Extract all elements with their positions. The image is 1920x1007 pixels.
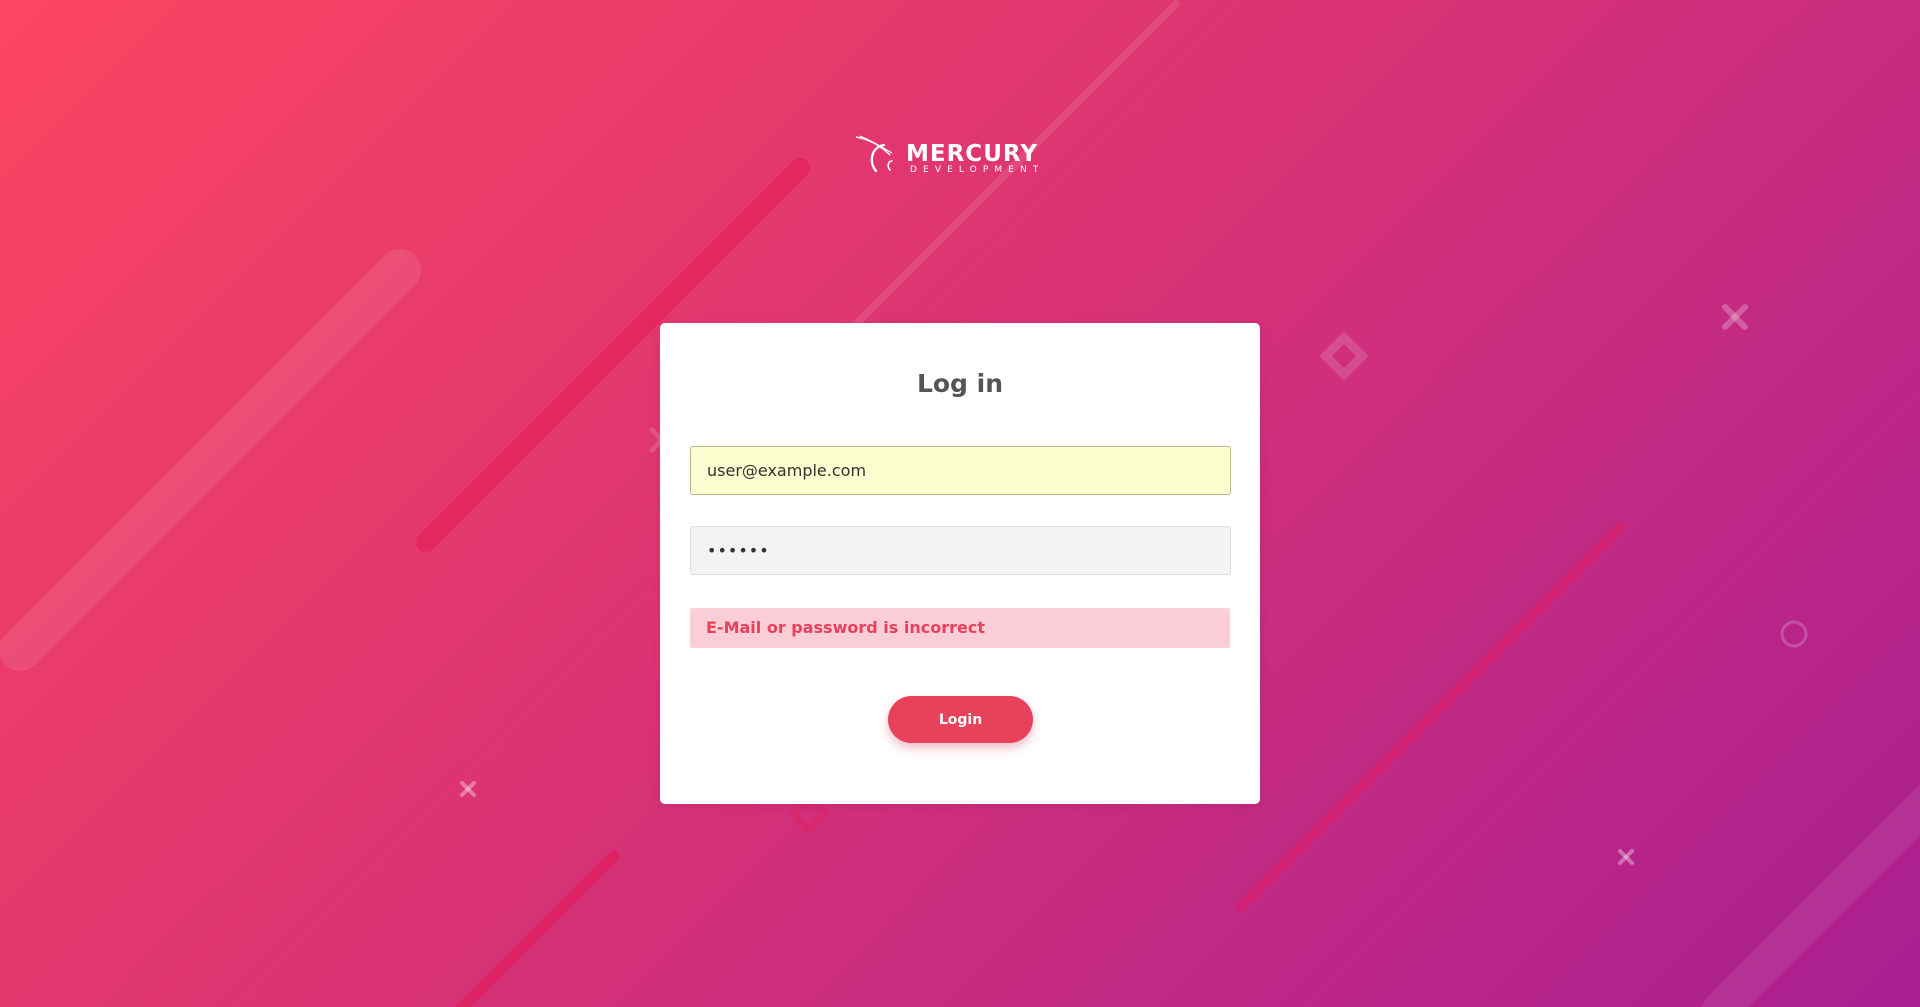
- login-title: Log in: [916, 369, 1004, 398]
- decor-cross: [1722, 304, 1748, 330]
- decor-diamond: [1319, 331, 1369, 381]
- mercury-comet-icon: [855, 135, 893, 173]
- decor-cross: [460, 781, 476, 797]
- login-button[interactable]: Login: [888, 696, 1033, 743]
- email-field[interactable]: [690, 446, 1231, 495]
- logo-subtitle: DEVELOPMENT: [910, 165, 1045, 175]
- decor-stripe: [1236, 522, 1626, 912]
- decor-stripe: [1702, 784, 1920, 1007]
- decor-circle: [1780, 620, 1808, 648]
- page-background: MERCURY DEVELOPMENT Log in E-Mail or pas…: [0, 0, 1920, 1007]
- password-field[interactable]: [690, 526, 1231, 575]
- login-card: Log in E-Mail or password is incorrect L…: [660, 323, 1260, 804]
- decor-stripe: [455, 850, 620, 1007]
- error-message: E-Mail or password is incorrect: [690, 608, 1230, 648]
- decor-cross: [1618, 849, 1634, 865]
- mercury-logo: MERCURY DEVELOPMENT: [854, 133, 1068, 178]
- logo-wordmark: MERCURY: [906, 141, 1038, 167]
- decor-stripe: [0, 249, 421, 671]
